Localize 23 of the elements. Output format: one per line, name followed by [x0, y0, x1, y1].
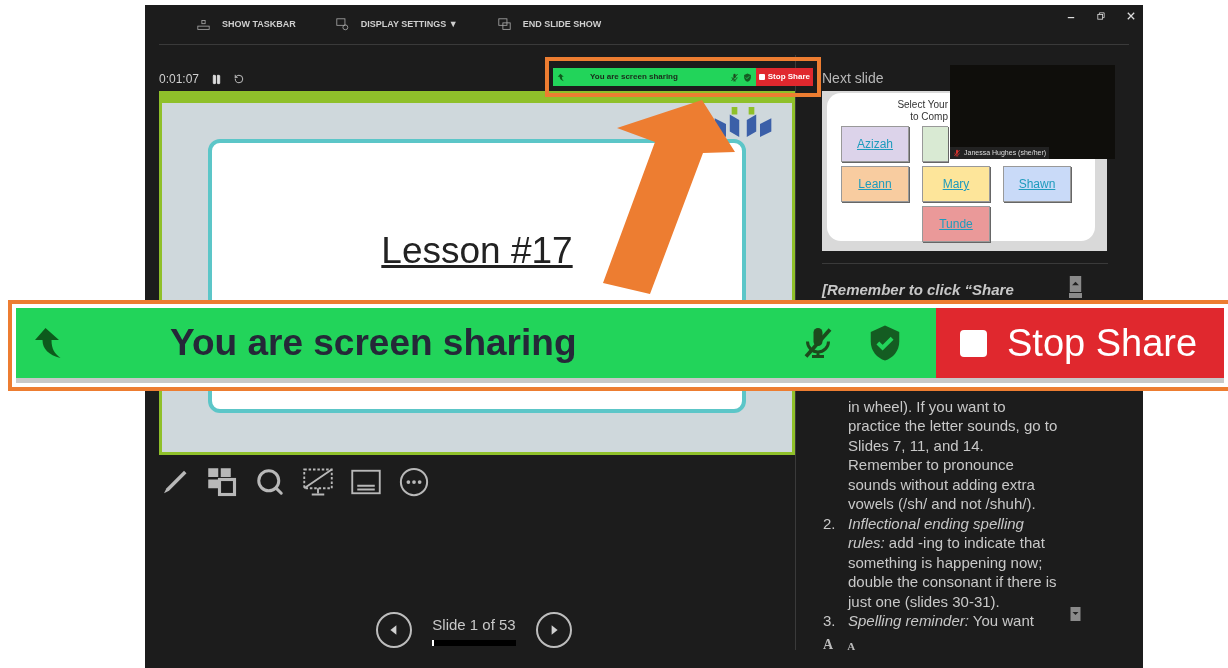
- slide-counter: Slide 1 of 53: [432, 615, 516, 636]
- notes-paragraph: Spelling reminder: You want: [848, 611, 1035, 631]
- increase-font-button[interactable]: A: [823, 638, 834, 652]
- sharing-status: You are screen sharing: [590, 71, 678, 83]
- decrease-font-button[interactable]: A: [847, 641, 856, 652]
- slide-title: Lesson #17: [381, 229, 573, 273]
- notes-paragraph: Inflectional ending spelling rules: add -ing to indicate that something is happening now; double the consonant if there is just one (slides 30-31).: [848, 513, 1058, 611]
- notes-paragraph: in wheel). If you want to practice the letter sounds, go to Slides 7, 11, and 14. Remember to pronounce sounds without adding extra vowels (/sh/ and not /shuh/).: [847, 396, 1058, 514]
- thumbnail-title: to Comp: [910, 111, 948, 123]
- toolbar-button[interactable]: SHOW TASKBAR: [197, 17, 296, 32]
- student-name-button[interactable]: Shawn: [1003, 166, 1071, 202]
- toolbar-button[interactable]: END SLIDE SHOW: [497, 17, 602, 32]
- toolbar-button[interactable]: DISPLAY SETTINGS ▼: [335, 17, 458, 32]
- elapsed-time: 0:01:07: [159, 71, 200, 88]
- list-number: 2.: [822, 513, 837, 534]
- stop-share-button[interactable]: Stop Share: [936, 308, 1224, 378]
- thumbnail-title: Select Your: [897, 99, 948, 111]
- student-name-button[interactable]: Mary: [922, 166, 990, 202]
- list-number: 3.: [822, 611, 837, 631]
- next-slide-label: Next slide: [822, 69, 885, 88]
- notes-heading: [Remember to click “Share: [822, 280, 1015, 300]
- sharing-status: You are screen sharing: [170, 321, 577, 366]
- stop-share-button[interactable]: Stop Share: [755, 68, 813, 86]
